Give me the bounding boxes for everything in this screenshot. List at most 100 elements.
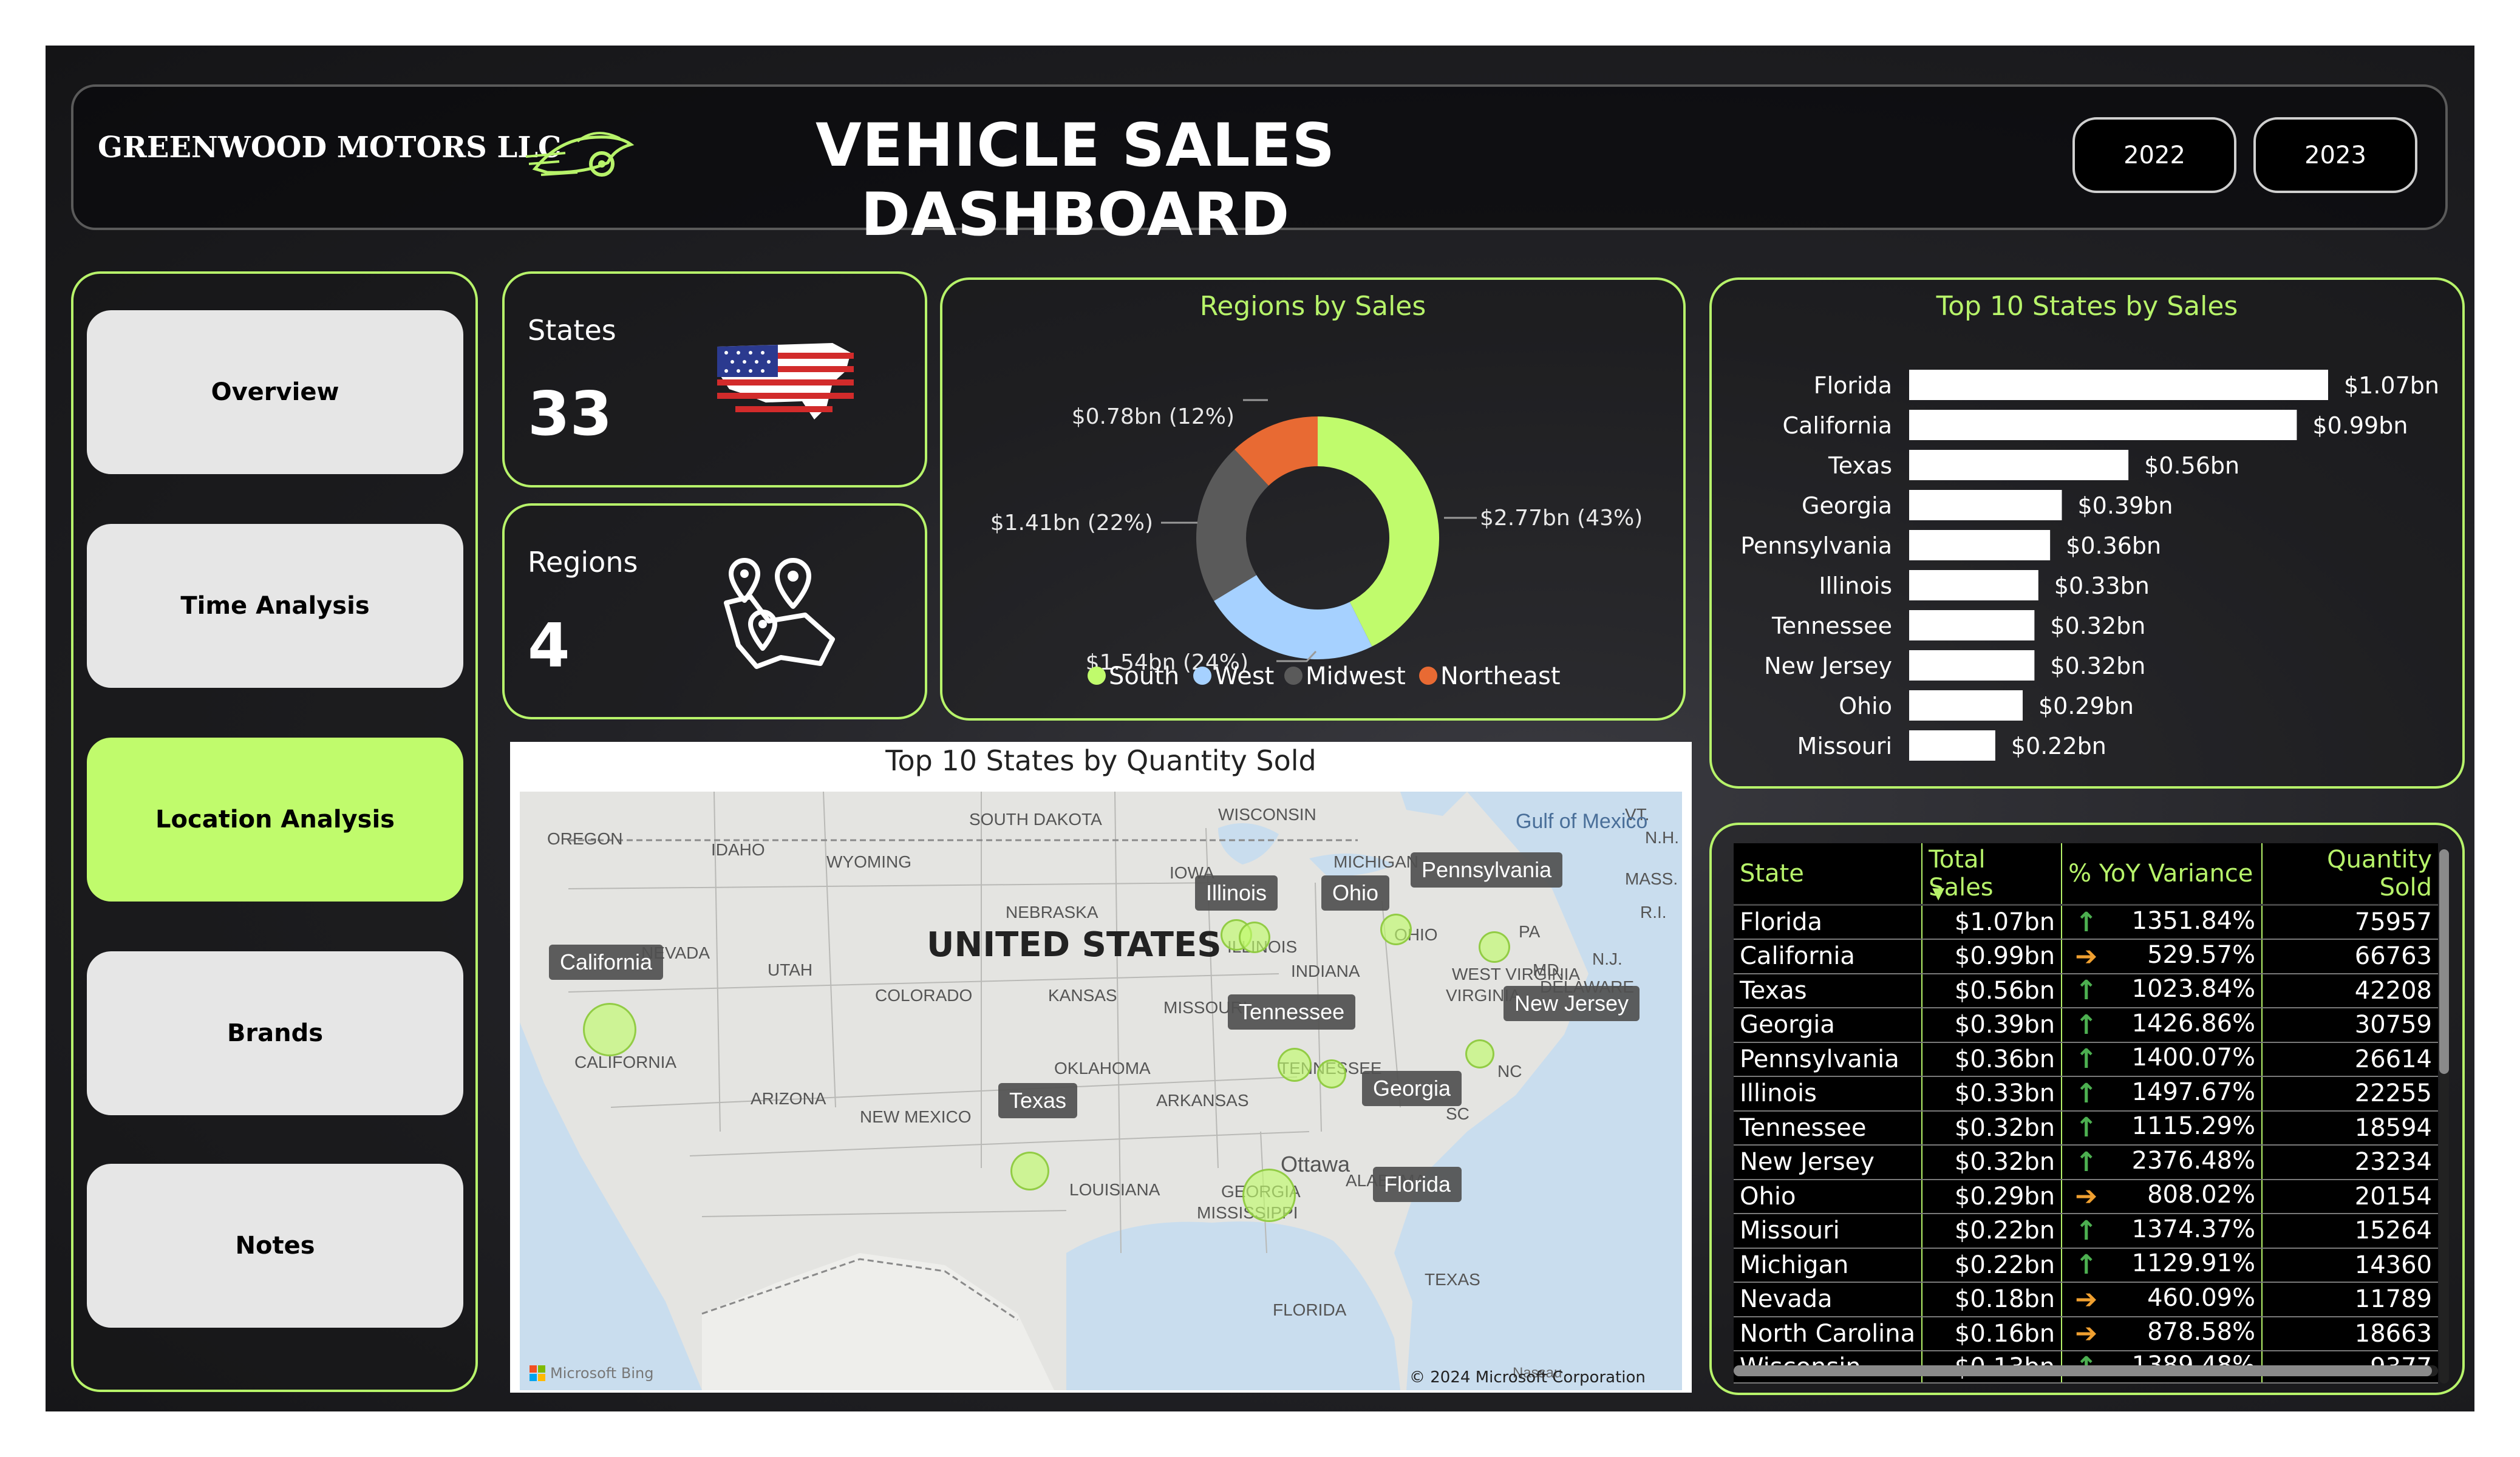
bar-category-label: Georgia xyxy=(1802,492,1892,519)
variance-value: 1023.84% xyxy=(2131,975,2256,1004)
arrow-up-icon: ↑ xyxy=(2075,1009,2098,1041)
map-basemap-label: LOUISIANA xyxy=(1069,1180,1160,1199)
map-basemap-label: Ottawa xyxy=(1281,1152,1350,1177)
bar-ohio[interactable] xyxy=(1909,690,2023,721)
states-table-panel: State Total Sales ▼ % YoY Variance Quanti… xyxy=(1709,823,2465,1395)
bar-florida[interactable] xyxy=(1909,370,2328,400)
bar-illinois[interactable] xyxy=(1909,570,2038,600)
map-bubble[interactable] xyxy=(1317,1059,1346,1089)
map-callout-pennsylvania[interactable]: Pennsylvania xyxy=(1411,852,1563,888)
regions-kpi-card: Regions 4 xyxy=(502,503,927,719)
map-bubble[interactable] xyxy=(1239,922,1270,953)
country-label: UNITED STATES xyxy=(927,925,1222,965)
nav-time-analysis-button[interactable]: Time Analysis xyxy=(87,524,463,688)
table-row[interactable]: Nevada $0.18bn ➔ 460.09% 11789 xyxy=(1734,1282,2438,1317)
map-callout-florida[interactable]: Florida xyxy=(1373,1167,1462,1202)
year-2022-button[interactable]: 2022 xyxy=(2072,117,2236,193)
table-horizontal-scrollbar[interactable] xyxy=(1734,1365,2438,1376)
map-bubble[interactable] xyxy=(1380,914,1412,945)
map-bubble[interactable] xyxy=(1465,1039,1494,1068)
map-basemap-label: Gulf of Mexico xyxy=(1516,810,1648,833)
states-table: State Total Sales ▼ % YoY Variance Quanti… xyxy=(1734,843,2438,1384)
bing-attribution: Microsoft Bing xyxy=(530,1365,653,1382)
horizontal-scroll-thumb[interactable] xyxy=(1734,1365,2432,1376)
table-row[interactable]: Ohio $0.29bn ➔ 808.02% 20154 xyxy=(1734,1179,2438,1214)
nav-location-analysis-button[interactable]: Location Analysis xyxy=(87,738,463,902)
map-callout-new-jersey[interactable]: New Jersey xyxy=(1503,986,1640,1021)
cell-state: Georgia xyxy=(1734,1008,1923,1043)
nav-overview-button[interactable]: Overview xyxy=(87,310,463,474)
cell-total-sales: $0.32bn xyxy=(1922,1145,2063,1180)
table-row[interactable]: New Jersey $0.32bn ↑ 2376.48% 23234 xyxy=(1734,1145,2438,1180)
bar-california[interactable] xyxy=(1909,410,2297,440)
us-flag-map-icon xyxy=(717,343,854,419)
map-basemap-label: ARKANSAS xyxy=(1156,1091,1249,1110)
table-vertical-scrollbar[interactable] xyxy=(2439,849,2449,1384)
bar-new-jersey[interactable] xyxy=(1909,650,2035,681)
col-quantity-header[interactable]: Quantity Sold xyxy=(2262,843,2438,906)
bar-pennsylvania[interactable] xyxy=(1909,530,2051,560)
bar-missouri[interactable] xyxy=(1909,730,1995,761)
nav-brands-button[interactable]: Brands xyxy=(87,951,463,1115)
variance-value: 1426.86% xyxy=(2131,1009,2256,1038)
map-callout-ohio[interactable]: Ohio xyxy=(1321,875,1390,911)
col-total-sales-header[interactable]: Total Sales ▼ xyxy=(1922,843,2063,906)
legend-item-midwest[interactable]: Midwest xyxy=(1284,662,1406,690)
map-callout-texas[interactable]: Texas xyxy=(998,1083,1078,1118)
map-callout-tennessee[interactable]: Tennessee xyxy=(1228,994,1356,1030)
cell-total-sales: $1.07bn xyxy=(1922,905,2063,940)
table-row[interactable]: California $0.99bn ➔ 529.57% 66763 xyxy=(1734,939,2438,974)
cell-quantity-sold: 30759 xyxy=(2262,1008,2438,1043)
map-bubble[interactable] xyxy=(1242,1169,1296,1222)
map-bubble[interactable] xyxy=(583,1003,636,1056)
map-bubble[interactable] xyxy=(1479,931,1510,963)
table-row[interactable]: Texas $0.56bn ↑ 1023.84% 42208 xyxy=(1734,973,2438,1008)
table-row[interactable]: North Carolina $0.16bn ➔ 878.58% 18663 xyxy=(1734,1316,2438,1351)
map-callout-georgia[interactable]: Georgia xyxy=(1362,1071,1462,1106)
legend-item-northeast[interactable]: Northeast xyxy=(1419,662,1561,690)
table-row[interactable]: Georgia $0.39bn ↑ 1426.86% 30759 xyxy=(1734,1008,2438,1043)
nav-notes-button[interactable]: Notes xyxy=(87,1164,463,1328)
table-row[interactable]: Pennsylvania $0.36bn ↑ 1400.07% 26614 xyxy=(1734,1042,2438,1077)
cell-quantity-sold: 22255 xyxy=(2262,1076,2438,1112)
top-states-bar-chart[interactable]: Florida $1.07bn California $0.99bn Texas $0.5… xyxy=(1712,280,2462,784)
regions-donut-chart[interactable]: $2.77bn (43%)$1.54bn (24%)$1.41bn (22%)$… xyxy=(942,280,1683,717)
table-row[interactable]: Tennessee $0.32bn ↑ 1115.29% 18594 xyxy=(1734,1110,2438,1146)
bar-data-label: $1.07bn xyxy=(2344,372,2439,399)
map-basemap-label: TEXAS xyxy=(1425,1270,1480,1289)
col-variance-header[interactable]: % YoY Variance xyxy=(2062,843,2263,906)
map-bubble[interactable] xyxy=(1278,1048,1312,1082)
map-bubble[interactable] xyxy=(1010,1152,1049,1190)
us-map[interactable]: Nassau OREGON IDAHO WYOMING SOUTH DAKOTA WIS… xyxy=(520,792,1682,1390)
arrow-up-icon: ↑ xyxy=(2075,1215,2098,1246)
cell-state: Tennessee xyxy=(1734,1110,1923,1146)
bar-texas[interactable] xyxy=(1909,450,2129,480)
cell-quantity-sold: 23234 xyxy=(2262,1145,2438,1180)
regions-by-sales-panel: Regions by Sales $2.77bn (43%) $1.54bn (2… xyxy=(940,277,1686,721)
col-state-header[interactable]: State xyxy=(1734,843,1923,906)
map-callout-illinois[interactable]: Illinois xyxy=(1195,875,1278,911)
arrow-right-icon: ➔ xyxy=(2075,1181,2098,1212)
map-callout-california[interactable]: California xyxy=(549,945,664,980)
cell-total-sales: $0.39bn xyxy=(1922,1008,2063,1043)
cell-quantity-sold: 66763 xyxy=(2262,939,2438,974)
cell-yoy-variance: ↑ 1351.84% xyxy=(2062,905,2263,940)
map-basemap-label: SC xyxy=(1446,1104,1469,1123)
bar-tennessee[interactable] xyxy=(1909,610,2035,640)
header-bar: GREENWOOD MOTORS LLC VEHICLE SALES DASHB… xyxy=(71,84,2448,250)
cell-yoy-variance: ➔ 529.57% xyxy=(2062,939,2263,974)
year-2023-button[interactable]: 2023 xyxy=(2253,117,2417,193)
variance-value: 1497.67% xyxy=(2131,1078,2256,1106)
map-basemap-label: SOUTH DAKOTA xyxy=(969,810,1102,829)
table-row[interactable]: Florida $1.07bn ↑ 1351.84% 75957 xyxy=(1734,905,2438,940)
table-row[interactable]: Michigan $0.22bn ↑ 1129.91% 14360 xyxy=(1734,1248,2438,1283)
donut-slice-west[interactable] xyxy=(1214,575,1372,659)
map-pins-icon xyxy=(724,558,835,669)
donut-data-label: $0.78bn (12%) xyxy=(1072,404,1234,429)
table-row[interactable]: Illinois $0.33bn ↑ 1497.67% 22255 xyxy=(1734,1076,2438,1112)
table-row[interactable]: Missouri $0.22bn ↑ 1374.37% 15264 xyxy=(1734,1214,2438,1249)
cell-state: Ohio xyxy=(1734,1179,1923,1214)
vertical-scroll-thumb[interactable] xyxy=(2439,849,2449,1074)
arrow-up-icon: ↑ xyxy=(2075,1078,2098,1109)
bar-georgia[interactable] xyxy=(1909,490,2062,520)
